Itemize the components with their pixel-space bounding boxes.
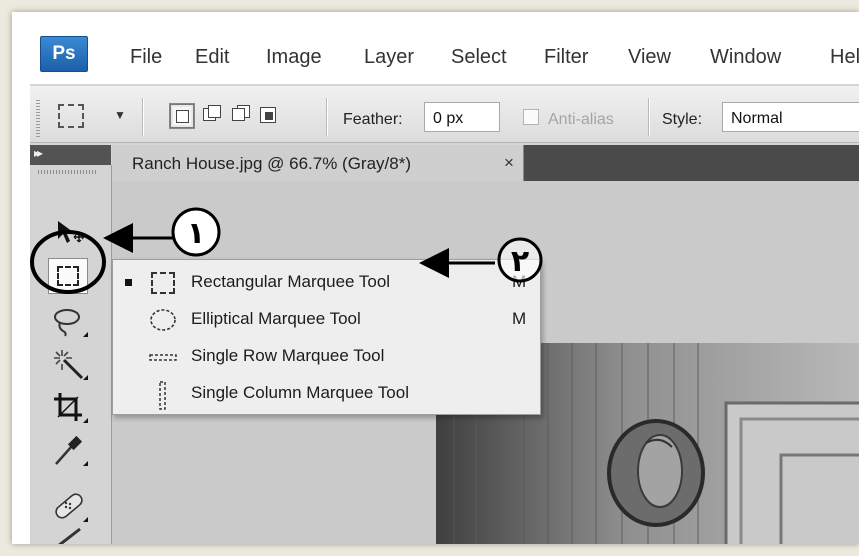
anti-alias-label: Anti-alias: [548, 111, 614, 128]
subtract-from-selection-icon[interactable]: [228, 104, 252, 128]
flyout-item-shortcut: M: [512, 309, 527, 328]
flyout-item-shortcut: M: [512, 272, 527, 291]
feather-input[interactable]: 0 px: [424, 102, 500, 132]
rectangular-marquee-tool-icon[interactable]: [48, 258, 88, 294]
style-label: Style:: [662, 111, 703, 128]
feather-label: Feather:: [343, 111, 403, 128]
options-divider: [326, 98, 327, 136]
spot-healing-brush-tool-icon[interactable]: [52, 490, 88, 522]
menu-edit[interactable]: Edit: [195, 46, 229, 69]
crop-tool-icon[interactable]: [52, 391, 88, 423]
menu-file[interactable]: File: [130, 46, 162, 69]
menu-filter[interactable]: Filter: [544, 46, 588, 69]
menu-bar: Ps File Edit Image Layer Select Filter V…: [30, 22, 859, 84]
move-tool-icon[interactable]: [52, 217, 86, 249]
elliptical-marquee-icon: [149, 307, 177, 333]
tools-panel: [30, 165, 112, 544]
brush-tool-icon[interactable]: [52, 527, 86, 544]
single-row-marquee-icon: [149, 344, 177, 370]
options-divider: [142, 98, 143, 136]
close-icon[interactable]: ×: [504, 153, 514, 173]
photoshop-logo: Ps: [40, 36, 88, 72]
photoshop-window: Ps File Edit Image Layer Select Filter V…: [30, 22, 859, 544]
document-tab-title: Ranch House.jpg @ 66.7% (Gray/8*): [132, 154, 411, 173]
intersect-selection-icon[interactable]: [257, 104, 281, 128]
quick-selection-tool-icon[interactable]: [52, 348, 88, 380]
single-column-marquee-icon: [149, 381, 177, 410]
menu-window[interactable]: Window: [710, 46, 781, 69]
flyout-item-single-row-marquee[interactable]: Single Row Marquee Tool: [113, 338, 540, 374]
tool-preset-dropdown-icon[interactable]: ▼: [114, 108, 126, 122]
menu-view[interactable]: View: [628, 46, 671, 69]
flyout-item-label: Single Column Marquee Tool: [191, 383, 409, 402]
menu-select[interactable]: Select: [451, 46, 507, 69]
options-divider: [648, 98, 649, 136]
flyout-item-single-column-marquee[interactable]: Single Column Marquee Tool: [113, 375, 540, 411]
new-selection-icon[interactable]: [169, 103, 195, 129]
add-to-selection-icon[interactable]: [199, 104, 223, 128]
options-bar-grip[interactable]: [36, 100, 40, 138]
style-select[interactable]: Normal: [722, 102, 859, 132]
collapse-panel-icon[interactable]: ▸▸: [34, 146, 43, 160]
screenshot-frame: Ps File Edit Image Layer Select Filter V…: [12, 12, 859, 544]
menu-help[interactable]: Hel: [830, 46, 859, 69]
active-tool-bullet-icon: [125, 279, 132, 286]
tools-panel-header[interactable]: ▸▸: [30, 145, 111, 165]
flyout-item-label: Elliptical Marquee Tool: [191, 309, 361, 328]
tools-panel-grip[interactable]: [38, 170, 96, 174]
options-bar: ▼ Feather: 0 px Anti-alias Style: Normal: [30, 86, 859, 143]
document-tab[interactable]: Ranch House.jpg @ 66.7% (Gray/8*) ×: [112, 145, 524, 181]
tool-preset-marquee-icon[interactable]: [58, 104, 84, 128]
flyout-item-label: Single Row Marquee Tool: [191, 346, 385, 365]
flyout-item-label: Rectangular Marquee Tool: [191, 272, 391, 291]
menu-image[interactable]: Image: [266, 46, 322, 69]
eyedropper-tool-icon[interactable]: [52, 434, 88, 466]
marquee-tool-flyout-menu: Rectangular Marquee Tool M Elliptical Ma…: [112, 259, 541, 415]
rectangular-marquee-icon: [149, 270, 177, 296]
flyout-item-rectangular-marquee[interactable]: Rectangular Marquee Tool M: [113, 264, 540, 300]
flyout-item-elliptical-marquee[interactable]: Elliptical Marquee Tool M: [113, 301, 540, 337]
lasso-tool-icon[interactable]: [52, 305, 88, 337]
menu-layer[interactable]: Layer: [364, 46, 414, 69]
document-tab-bar: Ranch House.jpg @ 66.7% (Gray/8*) ×: [112, 145, 859, 181]
anti-alias-checkbox[interactable]: [523, 109, 539, 125]
